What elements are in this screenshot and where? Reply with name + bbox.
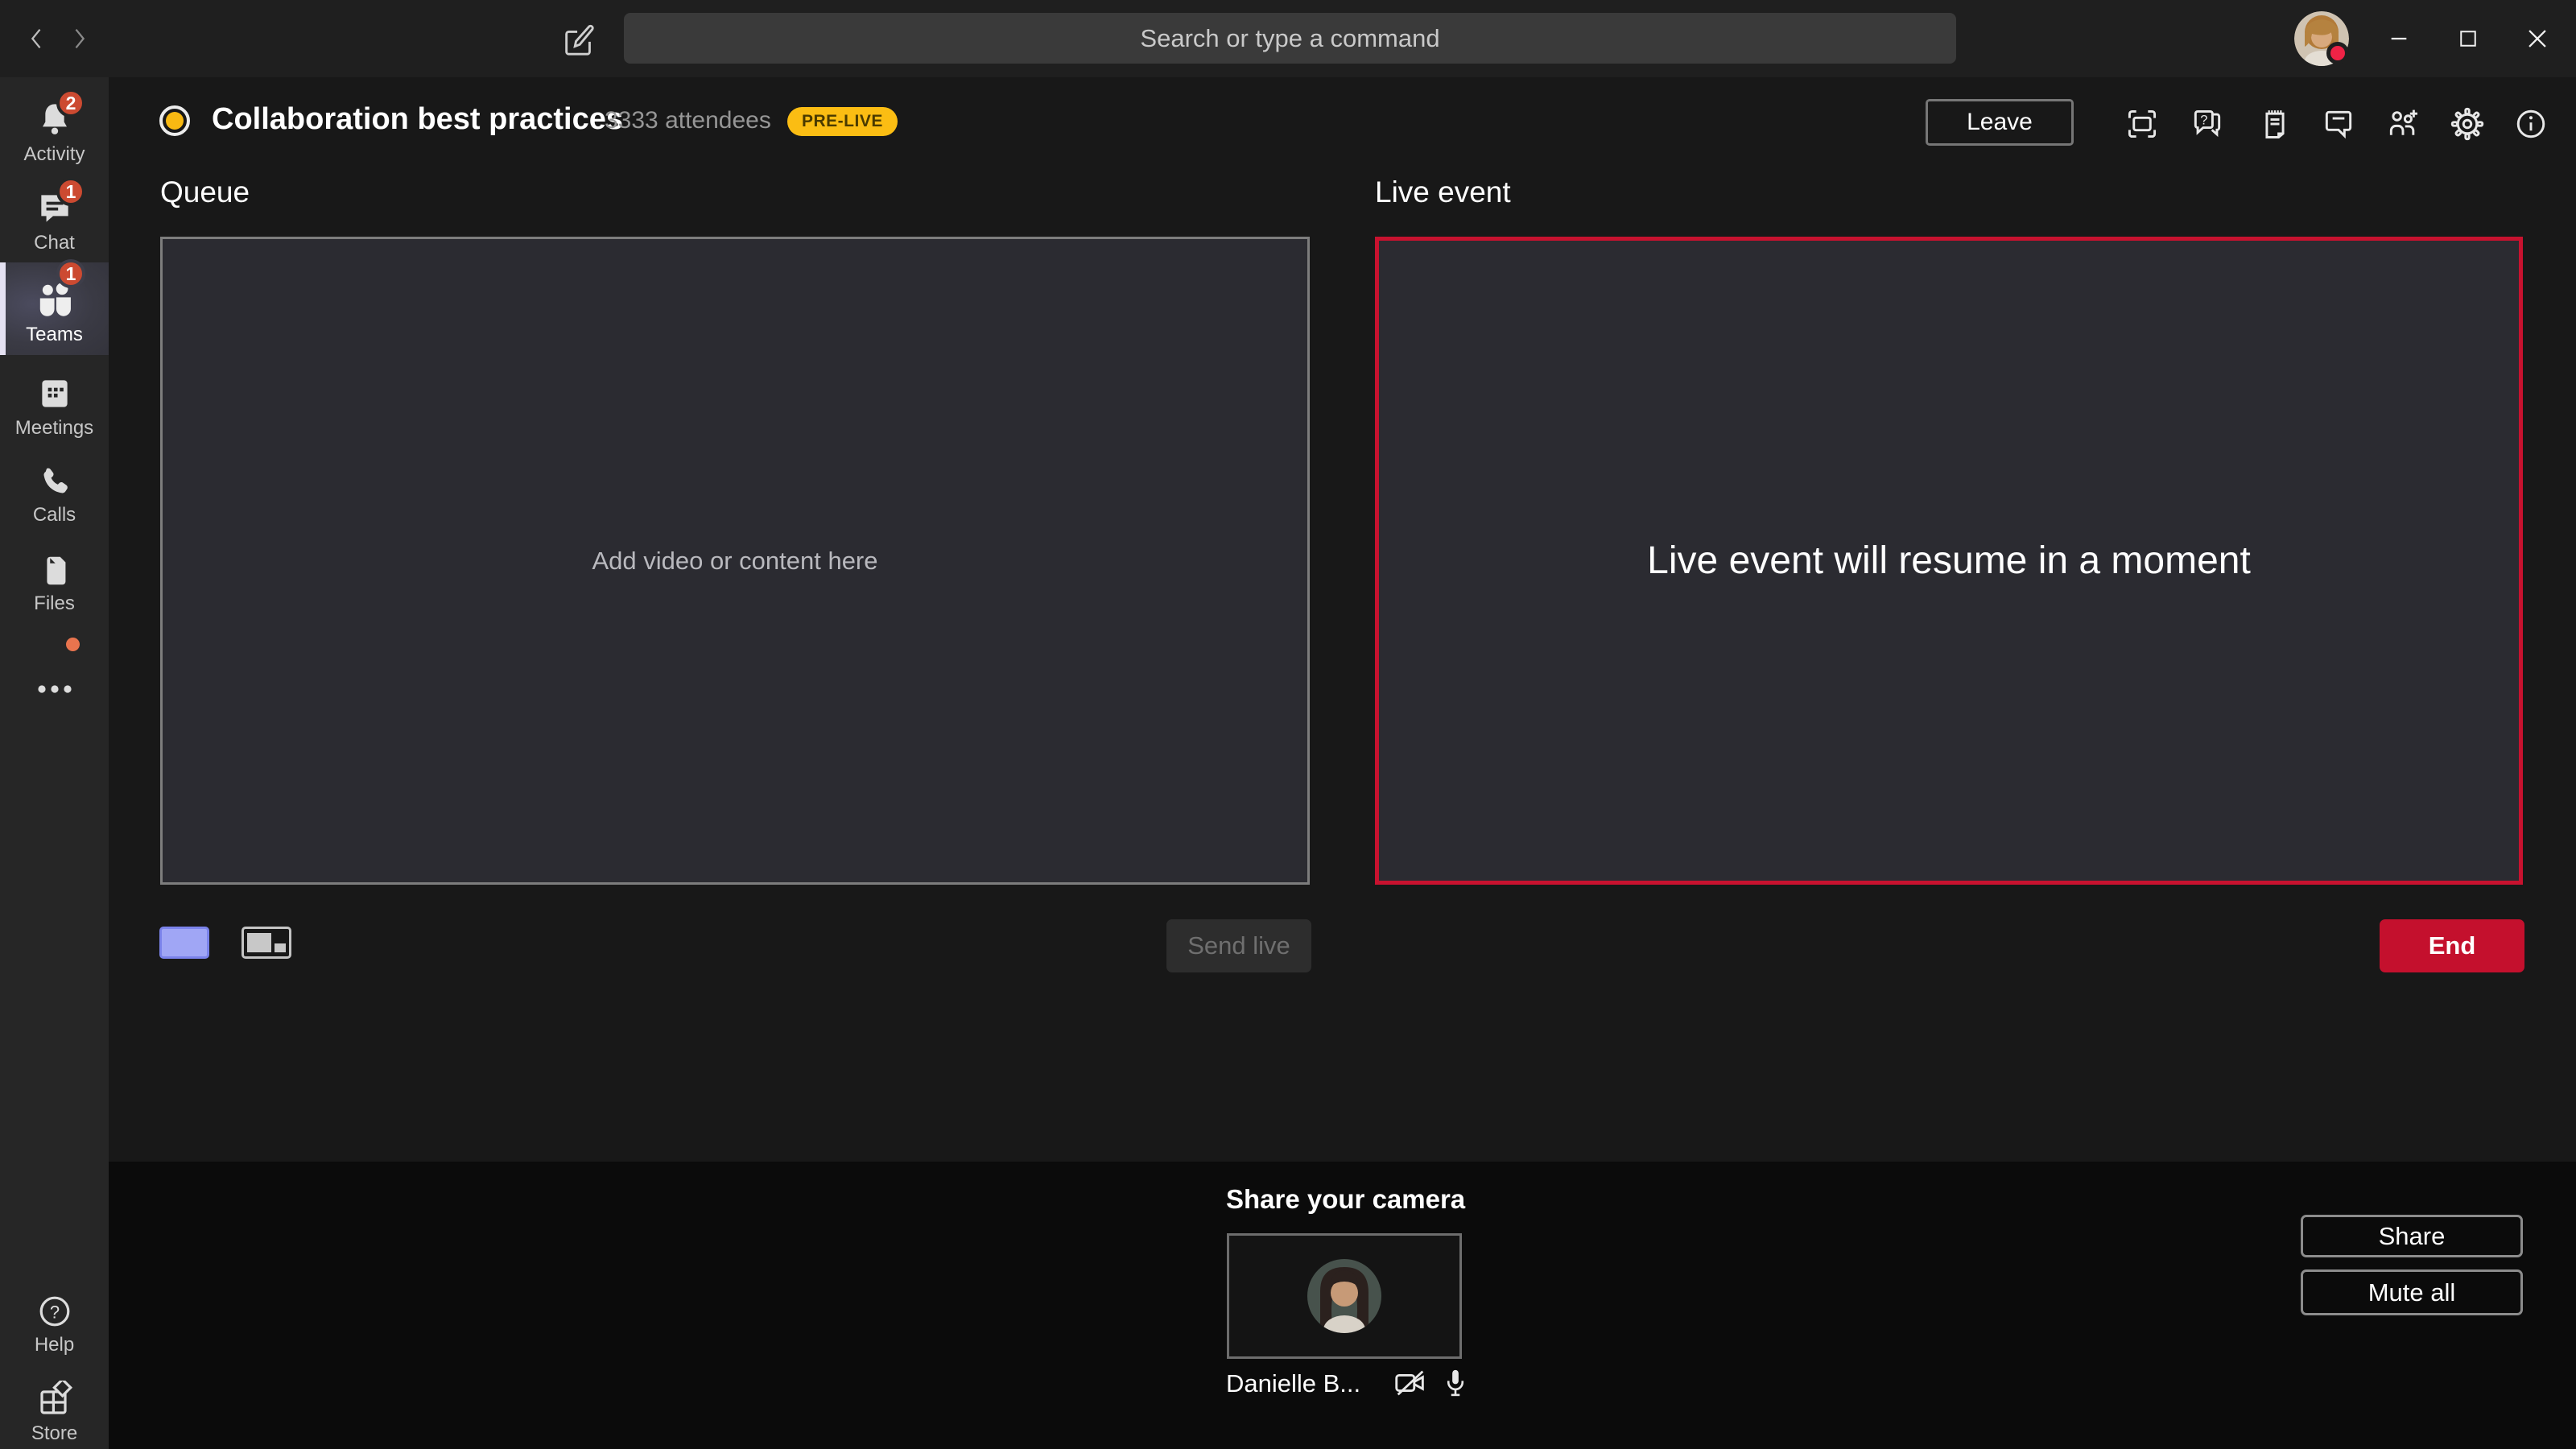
chat-badge: 1 [56, 177, 85, 206]
maximize-icon[interactable] [2441, 11, 2496, 66]
svg-text:?: ? [2200, 114, 2207, 128]
document-icon [36, 544, 73, 589]
end-button[interactable]: End [2380, 919, 2524, 972]
phone-icon [36, 456, 73, 501]
teams-badge: 1 [56, 259, 85, 288]
app-sidebar: 2 Activity 1 Chat 1 Teams Meetings Calls… [0, 77, 109, 1449]
attendee-count: 3333 attendees [605, 107, 771, 134]
sidebar-item-activity[interactable]: 2 Activity [0, 89, 109, 180]
sidebar-item-chat[interactable]: 1 Chat [0, 177, 109, 269]
sidebar-item-calls[interactable]: Calls [0, 452, 109, 541]
sidebar-item-more[interactable] [0, 633, 109, 697]
send-live-button[interactable]: Send live [1166, 919, 1311, 972]
notes-icon[interactable] [2252, 101, 2298, 147]
search-input[interactable] [624, 13, 1956, 64]
help-icon: ? [35, 1286, 74, 1331]
event-title: Collaboration best practices [212, 102, 624, 136]
live-event-heading: Live event [1375, 175, 1511, 208]
layout-single-video-button[interactable] [159, 927, 209, 959]
calendar-icon [35, 369, 75, 414]
mute-all-button[interactable]: Mute all [2301, 1269, 2523, 1315]
sidebar-item-files[interactable]: Files [0, 541, 109, 630]
teams-live-event-window: 2 Activity 1 Chat 1 Teams [0, 0, 2576, 1449]
qa-icon[interactable]: ? [2184, 101, 2231, 147]
title-bar [0, 0, 2576, 77]
leave-button[interactable]: Leave [1926, 99, 2074, 146]
share-button[interactable]: Share [2301, 1215, 2523, 1257]
add-people-icon[interactable] [2380, 101, 2426, 147]
microphone-icon [1435, 1363, 1476, 1403]
live-event-message: Live event will resume in a moment [1647, 539, 2251, 582]
participant-name: Danielle B... [1226, 1369, 1361, 1397]
queue-placeholder: Add video or content here [592, 546, 878, 575]
chat-icon[interactable] [2315, 101, 2362, 147]
store-icon [35, 1374, 74, 1419]
sidebar-item-store[interactable]: Store [0, 1371, 109, 1449]
sidebar-item-help[interactable]: ? Help [0, 1282, 109, 1371]
settings-icon[interactable] [2444, 101, 2491, 147]
sidebar-item-teams[interactable]: 1 Teams [0, 259, 109, 355]
live-event-panel: Live event will resume in a moment [1375, 237, 2523, 885]
camera-off-icon [1390, 1363, 1430, 1403]
camera-bar: Share your camera Danielle B... Share Mu… [109, 1162, 2576, 1449]
back-icon[interactable] [16, 18, 58, 60]
compose-icon[interactable] [559, 19, 599, 60]
sidebar-item-meetings[interactable]: Meetings [0, 365, 109, 454]
info-icon[interactable] [2508, 101, 2554, 147]
presence-busy-indicator [2326, 42, 2349, 64]
prelive-badge: PRE-LIVE [787, 107, 898, 136]
activity-badge: 2 [56, 89, 85, 118]
svg-text:?: ? [49, 1302, 59, 1322]
fit-to-frame-icon[interactable] [2119, 101, 2165, 147]
more-notification-dot [66, 638, 80, 651]
ellipsis-icon [34, 652, 76, 697]
close-icon[interactable] [2510, 11, 2565, 66]
layout-content-video-button[interactable] [242, 927, 291, 959]
camera-preview-tile[interactable] [1227, 1233, 1462, 1359]
queue-heading: Queue [160, 175, 250, 208]
participant-avatar [1307, 1259, 1381, 1333]
queue-stage-panel[interactable]: Add video or content here [160, 237, 1310, 885]
minimize-icon[interactable] [2372, 11, 2426, 66]
prelive-status-icon [159, 105, 190, 136]
share-camera-heading: Share your camera [1226, 1184, 1466, 1214]
forward-icon[interactable] [58, 18, 100, 60]
